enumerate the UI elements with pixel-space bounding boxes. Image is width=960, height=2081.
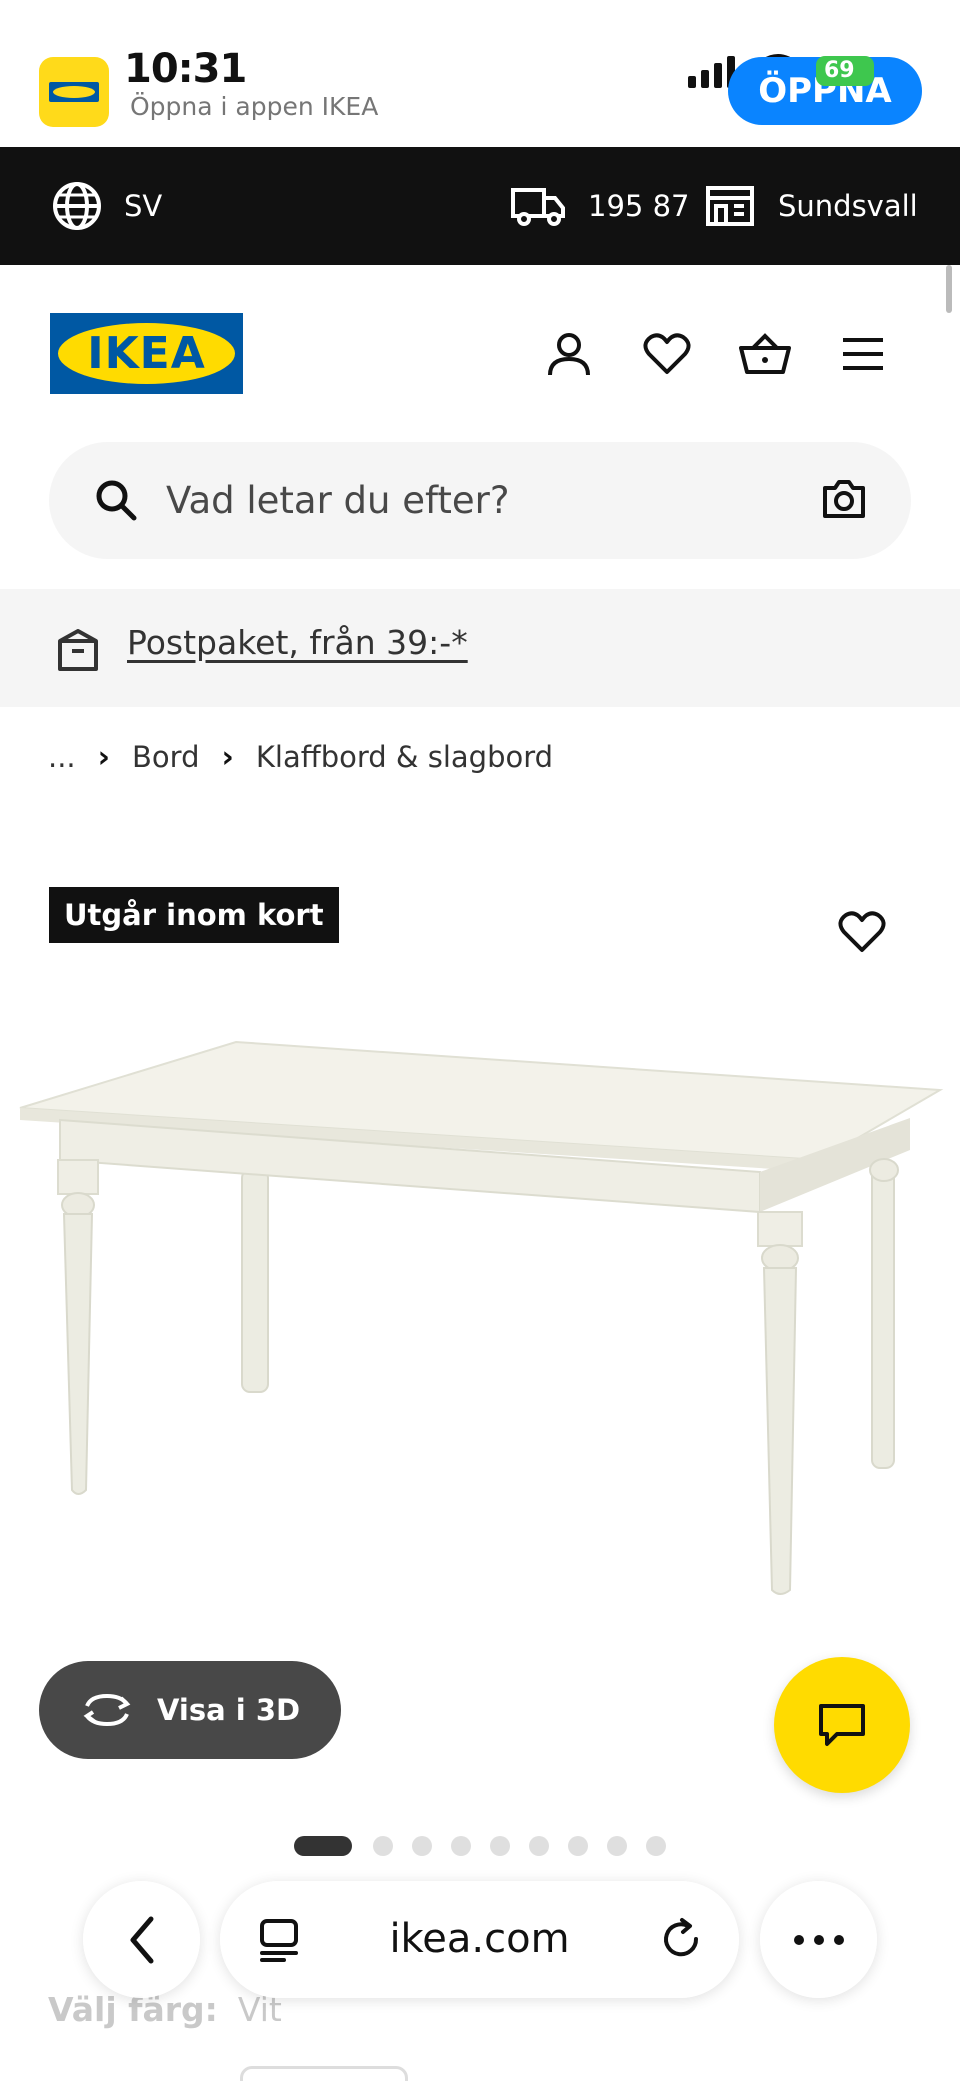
scroll-indicator (946, 265, 952, 313)
browser-more-button[interactable] (760, 1881, 877, 1998)
reload-icon[interactable] (660, 1917, 704, 1963)
app-banner-subtitle: Öppna i appen IKEA (130, 92, 379, 121)
add-to-favourites-heart-icon[interactable] (838, 910, 886, 954)
chevron-left-icon (130, 1916, 153, 1963)
location-bar: SV 195 87 Sundsvall (0, 147, 960, 265)
store-label: Sundsvall (778, 189, 918, 223)
breadcrumb-item-klaffbord[interactable]: Klaffbord & slagbord (256, 740, 553, 774)
discontinued-badge: Utgår inom kort (49, 887, 339, 943)
postcode-selector[interactable]: 195 87 (510, 147, 689, 265)
carousel-dot[interactable] (412, 1836, 432, 1856)
site-header: IKEA (0, 265, 960, 435)
shipping-link[interactable]: Postpaket, från 39:-* (127, 589, 468, 697)
breadcrumb-chevron-icon: › (97, 739, 111, 775)
battery-icon: 69 (816, 56, 874, 86)
search-field[interactable]: Vad letar du efter? (49, 442, 911, 559)
browser-address-bar[interactable]: ikea.com (220, 1881, 739, 1998)
more-dots-icon (793, 1934, 844, 1945)
search-placeholder: Vad letar du efter? (166, 479, 510, 522)
account-icon[interactable] (542, 327, 596, 381)
breadcrumb-chevron-icon: › (221, 739, 234, 775)
store-selector[interactable]: Sundsvall (704, 147, 918, 265)
image-carousel-indicator (294, 1836, 685, 1856)
store-icon (706, 186, 754, 226)
camera-search-icon[interactable] (821, 478, 867, 520)
carousel-dot[interactable] (529, 1836, 549, 1856)
language-selector[interactable]: SV (52, 147, 162, 265)
carousel-dot[interactable] (568, 1836, 588, 1856)
status-time: 10:31 (124, 46, 247, 92)
breadcrumb-ellipsis[interactable]: ... (48, 740, 76, 774)
carousel-dot[interactable] (646, 1836, 666, 1856)
postcode-label: 195 87 (588, 189, 690, 223)
language-label: SV (124, 189, 163, 223)
view-in-3d-button[interactable]: Visa i 3D (39, 1661, 341, 1759)
breadcrumb: ... › Bord › Klaffbord & slagbord (48, 737, 553, 777)
menu-hamburger-icon[interactable] (836, 327, 890, 381)
search-icon (96, 480, 137, 521)
carousel-dot[interactable] (607, 1836, 627, 1856)
favourites-heart-icon[interactable] (640, 327, 694, 381)
breadcrumb-item-bord[interactable]: Bord (132, 740, 199, 774)
product-image[interactable] (0, 1000, 960, 1640)
ikea-logo[interactable]: IKEA (50, 313, 243, 394)
smart-app-banner: 10:31 Öppna i appen IKEA ÖPPNA 69 (0, 0, 960, 147)
carousel-dot[interactable] (373, 1836, 393, 1856)
shopping-cart-icon[interactable] (738, 327, 792, 381)
globe-icon (53, 182, 101, 230)
ikea-app-icon[interactable] (39, 57, 109, 127)
carousel-dot[interactable] (294, 1836, 352, 1856)
rotate-3d-icon (83, 1693, 131, 1727)
color-swatch[interactable] (240, 2066, 408, 2081)
carousel-dot[interactable] (490, 1836, 510, 1856)
carousel-dot[interactable] (451, 1836, 471, 1856)
truck-icon (511, 188, 565, 226)
chat-button[interactable] (774, 1657, 910, 1793)
shipping-banner: Postpaket, från 39:-* (0, 589, 960, 707)
browser-back-button[interactable] (83, 1881, 200, 1998)
parcel-icon (58, 629, 98, 671)
chat-bubble-icon (819, 1704, 865, 1746)
view-in-3d-label: Visa i 3D (157, 1693, 301, 1727)
